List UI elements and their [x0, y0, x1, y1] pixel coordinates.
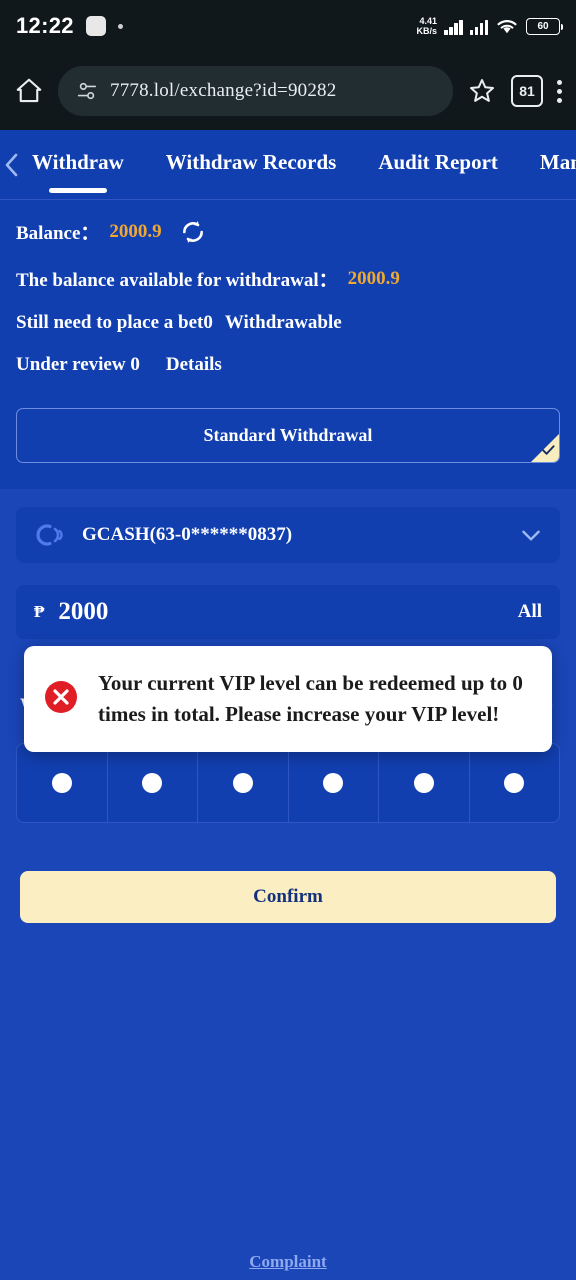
- gcash-logo-icon: [36, 524, 63, 546]
- page-tab-bar: Withdraw Withdraw Records Audit Report M…: [0, 130, 576, 200]
- under-review-row: Under review 0 Details: [16, 354, 560, 376]
- tab-list: Withdraw Withdraw Records Audit Report M…: [24, 150, 576, 193]
- tab-audit-report-label: Audit Report: [378, 150, 498, 174]
- currency-symbol: ₱: [34, 602, 45, 621]
- error-icon-wrap: [42, 678, 80, 721]
- password-input-cells[interactable]: [16, 743, 560, 823]
- tab-withdraw-label: Withdraw: [32, 150, 124, 174]
- details-link[interactable]: Details: [166, 354, 222, 376]
- withdraw-type-section: Standard Withdrawal: [0, 398, 576, 489]
- check-icon: [542, 445, 555, 455]
- battery-level: 60: [537, 20, 549, 32]
- password-dot-icon: [413, 773, 434, 793]
- status-bar-clock: 12:22: [16, 13, 74, 38]
- password-cell[interactable]: [198, 744, 289, 822]
- balance-label: Balance：: [16, 223, 100, 244]
- complaint-link[interactable]: Complaint: [249, 1252, 326, 1272]
- tab-management[interactable]: Manag: [540, 150, 576, 179]
- available-balance-value: 2000.9: [347, 267, 400, 289]
- bookmark-star-icon[interactable]: [467, 76, 497, 106]
- network-speed-indicator: 4.41 KB/s: [416, 16, 437, 36]
- all-amount-button[interactable]: All: [518, 601, 542, 623]
- available-balance-row: The balance available for withdrawal： 20…: [16, 265, 560, 292]
- available-balance-label: The balance available for withdrawal：: [16, 270, 338, 291]
- password-cell[interactable]: [470, 744, 560, 822]
- password-dot-icon: [142, 773, 163, 793]
- refresh-icon: [182, 220, 203, 243]
- standard-withdrawal-label: Standard Withdrawal: [203, 425, 373, 445]
- status-bar: 12:22 4.41 KB/s 60: [0, 0, 576, 52]
- tab-audit-report[interactable]: Audit Report: [378, 150, 498, 179]
- back-button[interactable]: [0, 150, 24, 180]
- balance-section: Balance： 2000.9 The balance available fo…: [0, 200, 576, 398]
- signal-strength-sim2-icon: [469, 18, 488, 35]
- balance-value: 2000.9: [109, 220, 162, 242]
- tab-withdraw[interactable]: Withdraw: [32, 150, 124, 193]
- payment-method-label: GCASH(63-0******0837): [82, 524, 293, 545]
- password-dot-icon: [323, 773, 344, 793]
- notification-dot-icon: [117, 23, 123, 29]
- confirm-button[interactable]: Confirm: [20, 871, 556, 923]
- chevron-down-icon[interactable]: [518, 522, 544, 548]
- network-speed-value: 4.41: [419, 16, 437, 26]
- signal-strength-sim1-icon: [444, 18, 463, 35]
- battery-icon: 60: [526, 17, 563, 35]
- standard-withdrawal-option[interactable]: Standard Withdrawal: [16, 408, 560, 463]
- password-dot-icon: [51, 773, 72, 793]
- refresh-balance-button[interactable]: [180, 219, 206, 245]
- tab-counter-button[interactable]: 81: [511, 75, 543, 107]
- site-settings-icon[interactable]: [76, 80, 98, 102]
- confirm-button-label: Confirm: [253, 886, 323, 907]
- bet-requirement-label: Still need to place a bet0: [16, 312, 213, 333]
- tab-active-indicator: [48, 188, 107, 193]
- password-cell[interactable]: [289, 744, 379, 822]
- error-circle-x-icon: [45, 680, 77, 713]
- browser-toolbar: 7778.lol/exchange?id=90282 81: [0, 52, 576, 130]
- status-bar-indicators: 4.41 KB/s 60: [416, 16, 563, 36]
- url-text[interactable]: 7778.lol/exchange?id=90282: [110, 80, 336, 102]
- password-cell[interactable]: [379, 744, 470, 822]
- bet-requirement-row: Still need to place a bet0 Withdrawable: [16, 312, 560, 334]
- address-bar[interactable]: 7778.lol/exchange?id=90282: [58, 66, 453, 116]
- network-speed-unit: KB/s: [416, 26, 437, 36]
- payment-method-selector[interactable]: GCASH(63-0******0837): [16, 507, 560, 563]
- password-cell[interactable]: [17, 744, 108, 822]
- password-dot-icon: [232, 773, 253, 793]
- vip-level-error-dialog: Your current VIP level can be redeemed u…: [24, 646, 552, 753]
- dialog-message: Your current VIP level can be redeemed u…: [98, 671, 523, 727]
- notification-badge-icon: [85, 16, 106, 36]
- under-review-label: Under review 0: [16, 354, 140, 375]
- footer: Complaint: [0, 1252, 576, 1272]
- app-root: 12:22 4.41 KB/s 60 7778.lol/exchange?id=…: [0, 0, 576, 1280]
- amount-input[interactable]: 2000: [58, 598, 108, 626]
- wifi-icon: [497, 20, 517, 34]
- browser-menu-icon[interactable]: [557, 79, 562, 103]
- tab-withdraw-records[interactable]: Withdraw Records: [166, 150, 337, 179]
- tab-management-label: Manag: [539, 150, 576, 174]
- chevron-left-icon: [5, 153, 18, 176]
- amount-input-row[interactable]: ₱ 2000 All: [16, 585, 560, 639]
- tab-counter-value: 81: [519, 83, 535, 99]
- withdrawable-label: Withdrawable: [224, 312, 342, 333]
- password-cell[interactable]: [108, 744, 198, 822]
- home-icon[interactable]: [14, 76, 44, 106]
- tab-withdraw-records-label: Withdraw Records: [165, 150, 337, 174]
- balance-row: Balance： 2000.9: [16, 218, 560, 245]
- password-dot-icon: [504, 773, 525, 793]
